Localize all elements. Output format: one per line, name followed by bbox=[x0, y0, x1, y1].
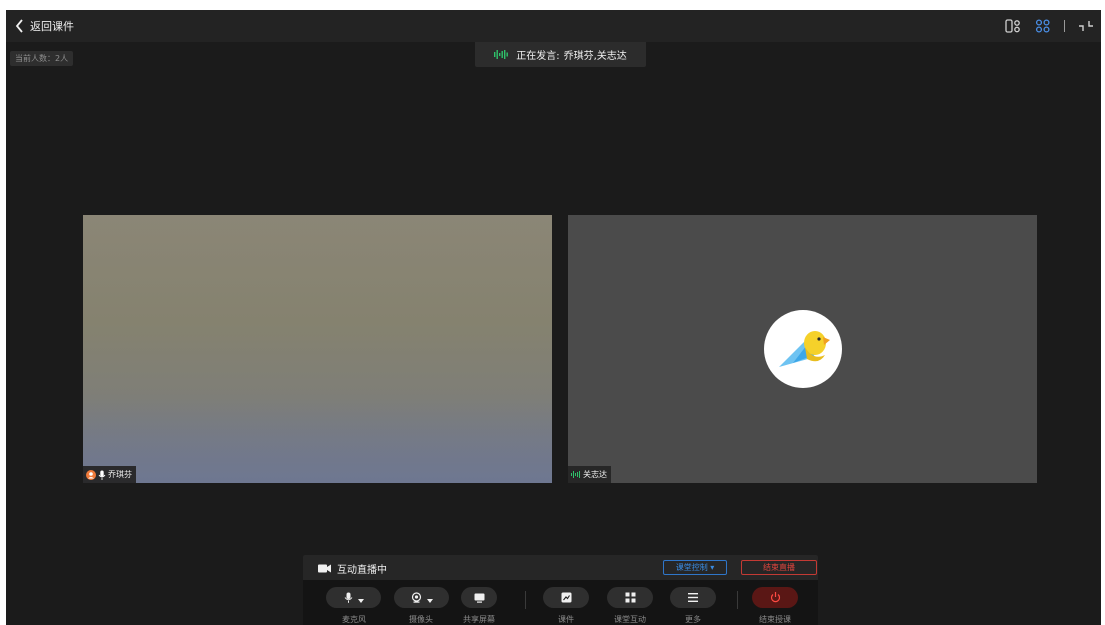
chevron-left-icon bbox=[15, 19, 23, 33]
menu-icon bbox=[688, 593, 698, 602]
caret-down-icon: ▾ bbox=[710, 563, 715, 572]
divider bbox=[525, 591, 526, 609]
video-tile-qiaoqifen[interactable]: 乔琪芬 bbox=[83, 215, 552, 483]
live-classroom-window: 返回课件 当前人数：2人 正在发言: 乔琪芬,关志达 乔琪芬 关志达 互动直播中… bbox=[6, 10, 1101, 625]
live-status-label: 互动直播中 bbox=[337, 565, 387, 576]
share-screen-button[interactable] bbox=[461, 587, 497, 608]
participant-name: 关志达 bbox=[583, 470, 607, 479]
video-tile-guanzhida[interactable]: 关志达 bbox=[568, 215, 1037, 483]
camera-feed bbox=[83, 393, 552, 483]
parrot-logo-icon bbox=[764, 310, 842, 388]
power-icon bbox=[770, 592, 780, 603]
layout-grid-icon[interactable] bbox=[1034, 17, 1052, 35]
camera-label: 摄像头 bbox=[409, 615, 433, 624]
courseware-icon bbox=[561, 592, 571, 603]
speaking-banner: 正在发言: 乔琪芬,关志达 bbox=[475, 42, 646, 67]
exit-fullscreen-icon[interactable] bbox=[1077, 17, 1095, 35]
view-tools bbox=[992, 17, 1095, 35]
back-to-courseware-button[interactable]: 返回课件 bbox=[15, 18, 74, 34]
top-bar: 返回课件 bbox=[6, 10, 1101, 42]
classroom-interaction-button[interactable] bbox=[607, 587, 653, 608]
class-control-button[interactable]: 课堂控制 ▾ bbox=[663, 560, 727, 575]
audio-level-icon bbox=[571, 471, 581, 478]
end-live-button[interactable]: 结束直播 bbox=[741, 560, 817, 575]
control-panel: 互动直播中 课堂控制 ▾ 结束直播 麦克风 摄像头 共享屏幕 课件 课堂互动 更… bbox=[303, 555, 818, 625]
share-screen-label: 共享屏幕 bbox=[463, 615, 495, 624]
microphone-icon bbox=[344, 592, 352, 603]
speaking-names: 乔琪芬,关志达 bbox=[563, 51, 627, 62]
control-panel-header: 互动直播中 课堂控制 ▾ 结束直播 bbox=[303, 555, 818, 580]
participant-count: 当前人数：2人 bbox=[10, 51, 74, 66]
courseware-label: 课件 bbox=[558, 615, 574, 624]
user-avatar-icon bbox=[86, 469, 96, 480]
share-screen-icon bbox=[474, 593, 484, 603]
courseware-button[interactable] bbox=[543, 587, 589, 608]
camera-button[interactable] bbox=[394, 587, 449, 608]
audio-level-icon bbox=[494, 50, 509, 59]
participant-name: 乔琪芬 bbox=[108, 470, 132, 479]
end-class-button[interactable] bbox=[752, 587, 798, 608]
end-class-label: 结束授课 bbox=[759, 615, 791, 624]
microphone-icon bbox=[98, 470, 106, 480]
participant-name-tag: 关志达 bbox=[568, 466, 611, 483]
toolbar-divider bbox=[1064, 20, 1065, 32]
caret-down-icon bbox=[357, 588, 364, 607]
divider bbox=[737, 591, 738, 609]
microphone-label: 麦克风 bbox=[342, 615, 366, 624]
live-status: 互动直播中 bbox=[318, 561, 387, 576]
end-live-label: 结束直播 bbox=[763, 563, 795, 572]
speaking-label: 正在发言: bbox=[516, 51, 560, 62]
participant-name-tag: 乔琪芬 bbox=[83, 466, 136, 483]
caret-down-icon bbox=[426, 588, 433, 607]
more-button[interactable] bbox=[670, 587, 716, 608]
class-control-label: 课堂控制 bbox=[675, 563, 708, 572]
more-label: 更多 bbox=[685, 615, 701, 624]
interaction-grid-icon bbox=[625, 592, 635, 603]
layout-speaker-icon[interactable] bbox=[1004, 17, 1022, 35]
camera-icon bbox=[411, 592, 421, 603]
classroom-interaction-label: 课堂互动 bbox=[614, 615, 646, 624]
microphone-button[interactable] bbox=[326, 587, 381, 608]
back-label: 返回课件 bbox=[30, 20, 74, 33]
video-camera-icon bbox=[318, 564, 331, 573]
